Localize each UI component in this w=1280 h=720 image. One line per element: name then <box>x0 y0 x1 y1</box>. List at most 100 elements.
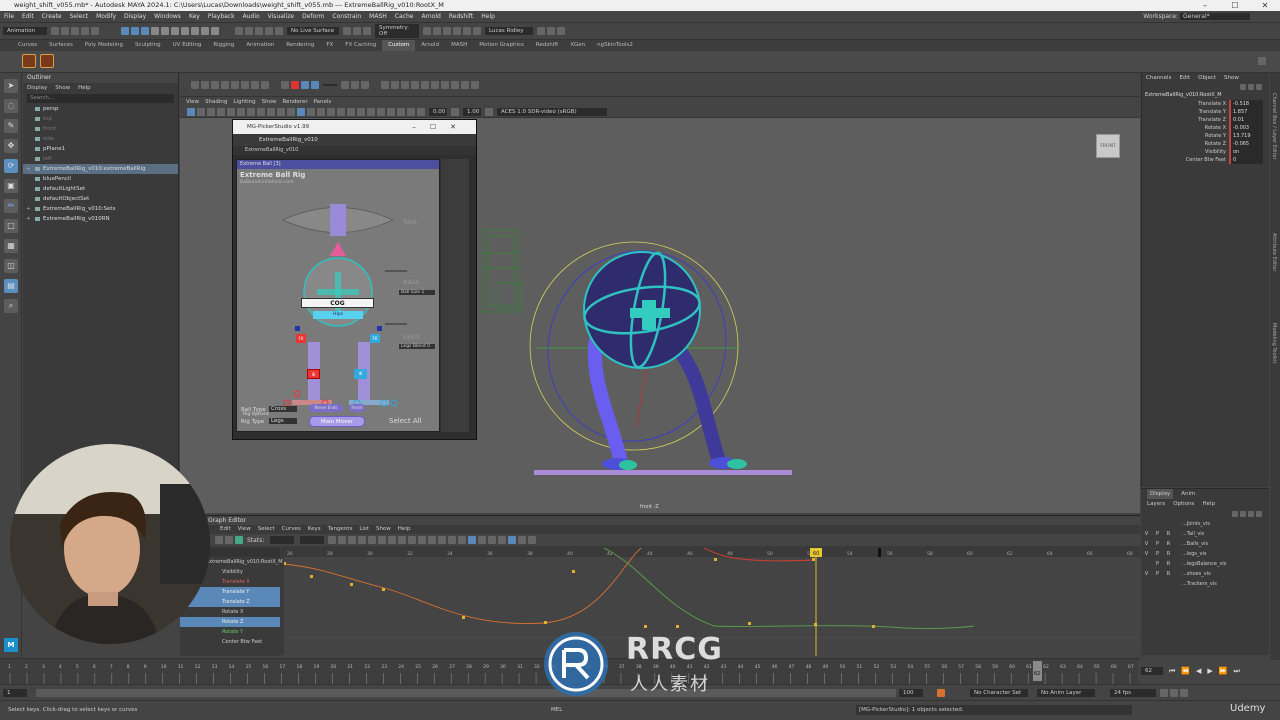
bp-icon-7[interactable] <box>441 80 449 89</box>
ge-menu-view[interactable]: View <box>238 525 251 534</box>
ge-stats-field-2[interactable] <box>300 536 325 544</box>
ge-tangent-icon-12[interactable] <box>438 536 447 544</box>
picker-tab[interactable]: ExtremeBallRig_v010 <box>233 134 476 146</box>
text-tool-icon[interactable] <box>221 80 229 89</box>
channel-value[interactable]: -0.065 <box>1229 140 1263 148</box>
bp-icon-9[interactable] <box>461 80 469 89</box>
layer-visibility-toggle[interactable]: V <box>1141 529 1152 539</box>
layer-menu-layers[interactable]: Layers <box>1147 499 1165 509</box>
layer-tab-anim[interactable]: Anim <box>1181 489 1195 499</box>
channel-name[interactable]: Visibility <box>1142 148 1229 156</box>
bp-icon-5[interactable] <box>421 80 429 89</box>
ball-size-field[interactable]: Ball Size 1 <box>399 290 435 295</box>
menu-cache[interactable]: Cache <box>395 11 414 23</box>
custom-layout-icon[interactable]: ▤ <box>4 279 18 293</box>
minimize-button[interactable]: – <box>1190 0 1220 11</box>
layer-row[interactable]: ...Joints_vis <box>1141 519 1269 529</box>
layer-reference-toggle[interactable]: R <box>1163 539 1174 549</box>
hypershade-icon[interactable] <box>443 27 451 35</box>
channel-row[interactable]: Rotate Y 13.719 <box>1142 132 1269 140</box>
outliner-item[interactable]: bluePencil <box>23 174 178 184</box>
outliner-item[interactable]: front <box>23 124 178 134</box>
shelf-tab-redshift[interactable]: Redshift <box>530 40 564 51</box>
fk-right-button[interactable]: FK <box>370 334 380 343</box>
viewport-menu-renderer[interactable]: Renderer <box>282 97 307 107</box>
viewport-menu-view[interactable]: View <box>186 97 199 107</box>
legs-blend-field[interactable]: Legs Blend 0 <box>399 344 435 349</box>
range-slider[interactable] <box>36 688 896 697</box>
viewport-menu-panels[interactable]: Panels <box>314 97 332 107</box>
bp-icon-1[interactable] <box>381 80 389 89</box>
live-surface-dropdown[interactable]: No Live Surface <box>287 27 339 35</box>
channel-value[interactable]: on <box>1229 148 1263 156</box>
layer-visibility-toggle[interactable] <box>1141 519 1152 529</box>
history-icon[interactable] <box>343 27 351 35</box>
auto-key-icon[interactable] <box>937 688 945 697</box>
side-tab-modeling-toolkit[interactable]: Modeling Toolkit <box>1271 323 1277 363</box>
ge-menu-keys[interactable]: Keys <box>308 525 321 534</box>
ge-channel[interactable]: Center Btw Feet <box>180 637 280 647</box>
menu-edit[interactable]: Edit <box>22 11 34 23</box>
channel-icon[interactable] <box>1240 84 1246 90</box>
rig-type-dropdown[interactable]: Legs <box>269 418 297 424</box>
channel-value[interactable]: -0.518 <box>1229 100 1263 108</box>
outliner-item[interactable]: ExtremeBallRig_v010RN <box>23 214 178 224</box>
layer-reference-toggle[interactable]: R <box>1163 549 1174 559</box>
workspace-selector[interactable]: Workspace: General* <box>1143 13 1250 20</box>
ge-channel[interactable]: Rotate Z <box>180 617 280 627</box>
ge-infinity-icon[interactable] <box>518 536 527 544</box>
layer-name[interactable]: ...legsBalance_vis <box>1174 559 1226 569</box>
maximize-button[interactable]: ☐ <box>1220 0 1250 11</box>
xray-icon[interactable] <box>387 108 395 116</box>
menu-create[interactable]: Create <box>42 11 62 23</box>
ge-menu-list[interactable]: List <box>359 525 369 534</box>
outliner-item[interactable]: side <box>23 134 178 144</box>
brush-tool-icon[interactable] <box>201 80 209 89</box>
eraser-tool-icon[interactable] <box>211 80 219 89</box>
channel-row[interactable]: Rotate X -0.003 <box>1142 124 1269 132</box>
shelf-tab-fx-caching[interactable]: FX Caching <box>339 40 382 51</box>
channel-row[interactable]: Translate Y 1.857 <box>1142 108 1269 116</box>
side-tab-channel-box[interactable]: Channel Box / Layer Editor <box>1271 93 1277 160</box>
select-component-icon[interactable] <box>141 27 149 35</box>
ge-tangent-icon-14[interactable] <box>458 536 467 544</box>
shelf-tab-curves[interactable]: Curves <box>12 40 43 51</box>
mask-icon-3[interactable] <box>171 27 179 35</box>
image-plane-icon[interactable] <box>217 108 225 116</box>
layer-playback-toggle[interactable]: P <box>1152 569 1163 579</box>
select-hierarchy-icon[interactable] <box>121 27 129 35</box>
view-cube[interactable]: FRONT <box>1096 134 1120 158</box>
select-tool-icon[interactable]: ➤ <box>4 79 18 93</box>
outliner-item[interactable]: defaultObjectSet <box>23 194 178 204</box>
shelf-tab-rendering[interactable]: Rendering <box>280 40 320 51</box>
anim-layer-dropdown[interactable]: No Anim Layer <box>1037 688 1095 697</box>
layer-menu-help[interactable]: Help <box>1202 499 1215 509</box>
layer-name[interactable]: ...Tail_vis <box>1174 529 1204 539</box>
bp-icon-3[interactable] <box>401 80 409 89</box>
mask-icon[interactable] <box>151 27 159 35</box>
default-material-icon[interactable] <box>307 108 315 116</box>
shelf-tab-arnold[interactable]: Arnold <box>415 40 445 51</box>
scale-tool-icon[interactable]: ▣ <box>4 179 18 193</box>
pencil-icon[interactable]: ✏ <box>4 199 18 213</box>
viewport-menu-shading[interactable]: Shading <box>205 97 227 107</box>
layer-row[interactable]: V P R ...Tail_vis <box>1141 529 1269 539</box>
channel-row[interactable]: Rotate Z -0.065 <box>1142 140 1269 148</box>
layer-visibility-toggle[interactable]: V <box>1141 549 1152 559</box>
layer-playback-toggle[interactable] <box>1152 579 1163 589</box>
loop-icon[interactable] <box>1170 688 1178 697</box>
channel-name[interactable]: Rotate X <box>1142 124 1229 132</box>
layer-name[interactable]: ...Balls_vis <box>1174 539 1208 549</box>
shelf-tab-ngskintools2[interactable]: ngSkinTools2 <box>591 40 639 51</box>
ge-menu-tangents[interactable]: Tangents <box>328 525 353 534</box>
mel-label[interactable]: MEL <box>551 707 562 713</box>
ge-frame-sel-icon[interactable] <box>225 536 233 544</box>
camera-wireframe[interactable] <box>482 229 523 313</box>
layer-playback-toggle[interactable] <box>1152 519 1163 529</box>
heel-left-control[interactable] <box>293 390 301 398</box>
layer-name[interactable]: ...shoes_vis <box>1174 569 1211 579</box>
workspace-dropdown[interactable]: General* <box>1180 13 1250 20</box>
prefs-icon[interactable] <box>1180 688 1188 697</box>
channel-value[interactable]: -0.003 <box>1229 124 1263 132</box>
ik-left-button[interactable]: IK <box>307 369 320 379</box>
